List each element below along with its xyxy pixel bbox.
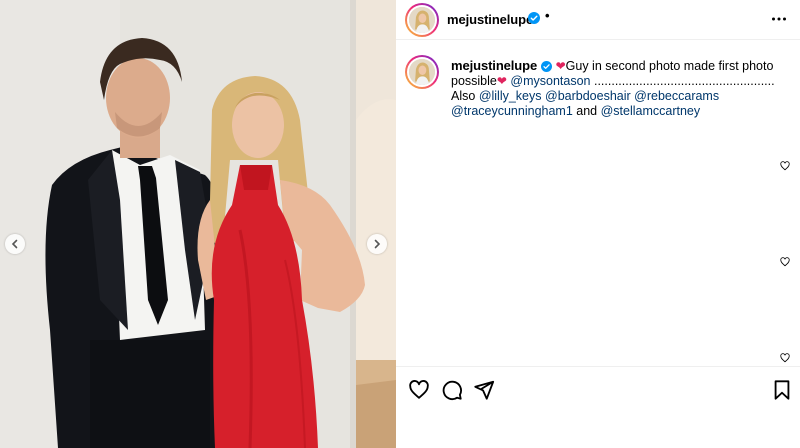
profile-picture bbox=[409, 7, 435, 33]
verified-badge-icon bbox=[528, 12, 540, 24]
caption-text: and bbox=[572, 104, 601, 118]
mention-link[interactable]: @lilly_keys bbox=[479, 89, 542, 103]
caption-avatar[interactable] bbox=[405, 55, 439, 89]
header-separator: • bbox=[545, 8, 550, 23]
previous-photo-button[interactable] bbox=[5, 234, 25, 254]
mention-link[interactable]: @mysontason bbox=[510, 74, 590, 88]
post-side-panel: mejustinelupe • mejustinelupe ❤Guy in se… bbox=[396, 0, 800, 448]
share-icon[interactable] bbox=[473, 379, 495, 401]
chevron-right-icon bbox=[374, 239, 381, 249]
more-options-icon[interactable] bbox=[771, 11, 787, 27]
heart-emoji-icon: ❤ bbox=[555, 59, 566, 73]
post-photo bbox=[0, 0, 396, 448]
next-photo-button[interactable] bbox=[367, 234, 387, 254]
verified-badge-icon bbox=[541, 61, 553, 72]
caption-username[interactable]: mejustinelupe bbox=[451, 58, 537, 73]
profile-picture bbox=[409, 59, 435, 85]
action-bar bbox=[396, 366, 800, 448]
save-icon[interactable] bbox=[771, 379, 793, 401]
comment-like-icon[interactable] bbox=[780, 353, 790, 363]
post-header: mejustinelupe • bbox=[396, 0, 800, 40]
mention-link[interactable]: @tracеycunningham1 bbox=[451, 104, 573, 118]
chevron-left-icon bbox=[11, 239, 18, 249]
comment-icon[interactable] bbox=[441, 379, 463, 401]
post-media[interactable] bbox=[0, 0, 396, 448]
mention-link[interactable]: @stellamccartney bbox=[601, 104, 701, 118]
comment-like-icon[interactable] bbox=[780, 257, 790, 267]
header-username[interactable]: mejustinelupe bbox=[447, 12, 533, 27]
post-caption: mejustinelupe ❤Guy in second photo made … bbox=[451, 58, 791, 119]
comment-like-icon[interactable] bbox=[780, 161, 790, 171]
mention-link[interactable]: @rebeccarams bbox=[634, 89, 719, 103]
like-icon[interactable] bbox=[408, 379, 430, 401]
heart-emoji-icon: ❤ bbox=[496, 74, 507, 88]
mention-link[interactable]: @barbdoeshair bbox=[545, 89, 631, 103]
header-avatar[interactable] bbox=[405, 3, 439, 37]
